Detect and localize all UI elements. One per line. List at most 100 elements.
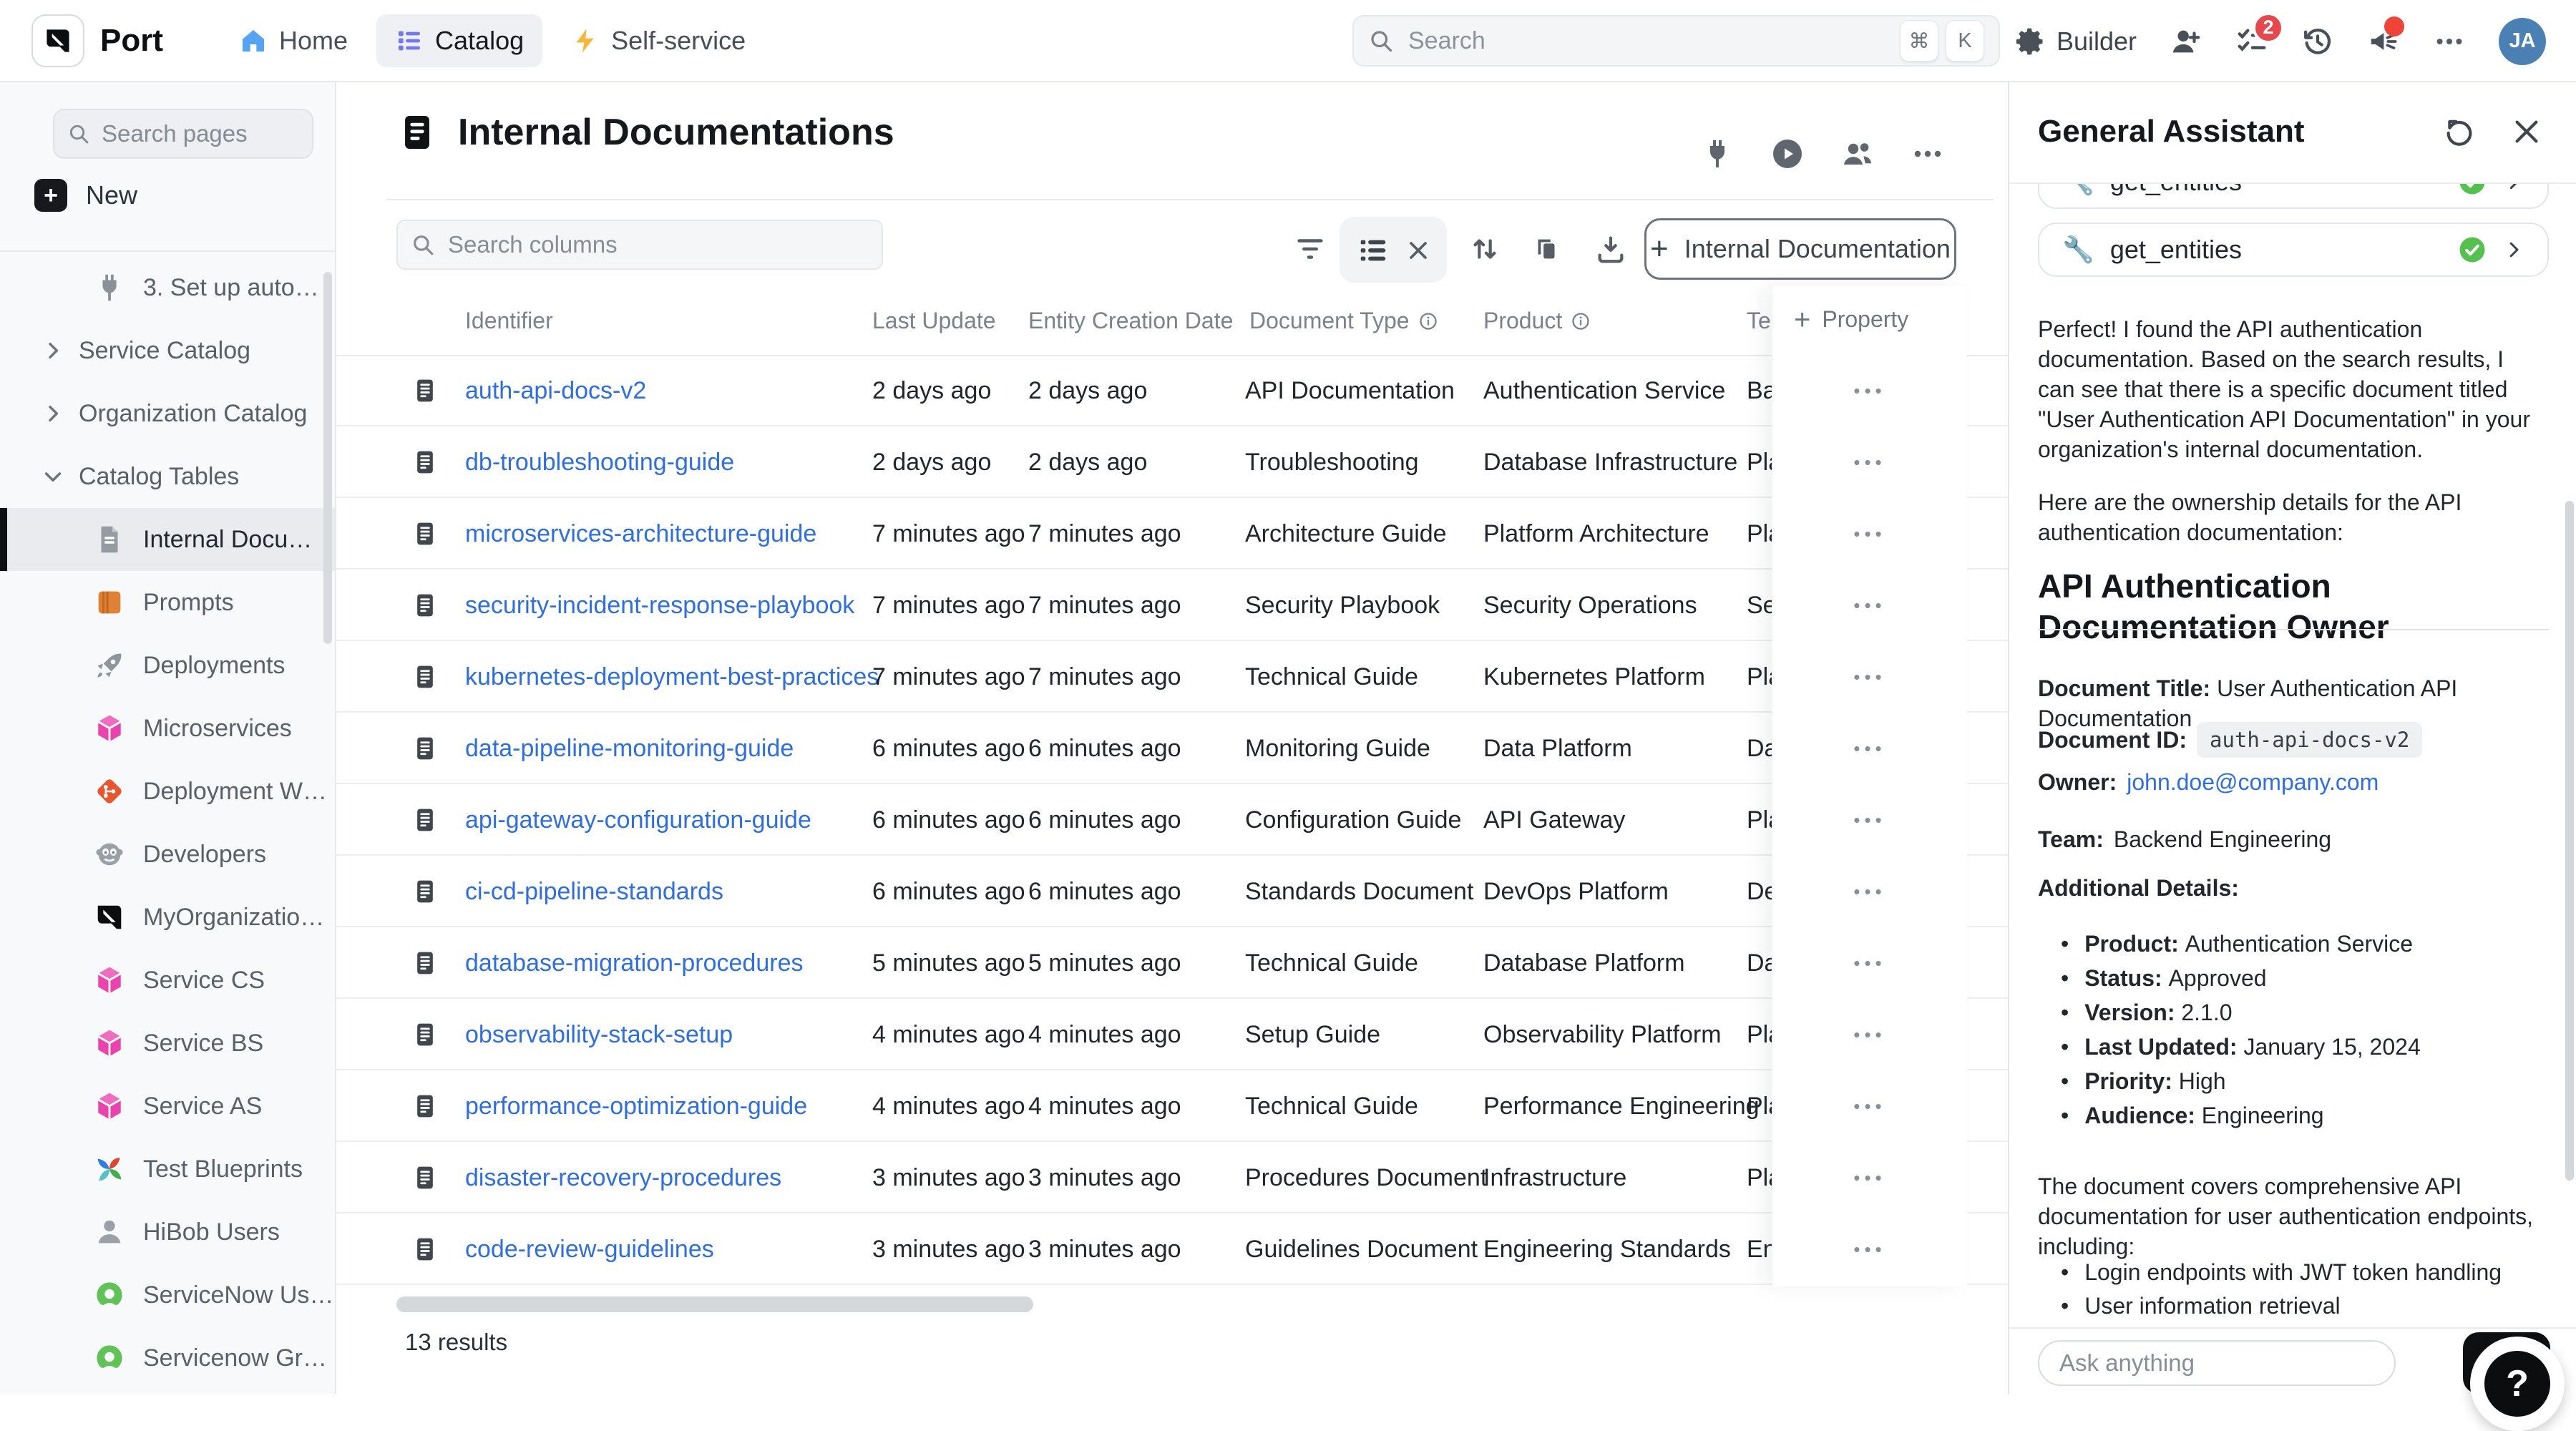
global-search[interactable]: ⌘ K	[1352, 15, 2000, 67]
row-identifier-link[interactable]: disaster-recovery-procedures	[465, 1142, 781, 1213]
row-identifier-link[interactable]: db-troubleshooting-guide	[465, 426, 734, 498]
sidebar-item-myorganizatio[interactable]: MyOrganizatio…	[0, 886, 335, 949]
download-button[interactable]	[1594, 233, 1627, 265]
owner-field: Owner: john.doe@company.com	[2038, 769, 2379, 796]
assistant-scrollbar[interactable]	[2565, 501, 2574, 1181]
sidebar-item-organization-catalog[interactable]: Organization Catalog	[0, 382, 335, 445]
audience-button[interactable]	[1840, 137, 1875, 171]
document-icon	[411, 1142, 439, 1213]
message-heading: API Authentication Documentation Owner	[2038, 566, 2532, 648]
row-actions-button[interactable]: •••	[1772, 999, 1967, 1070]
ask-anything-input[interactable]	[2038, 1340, 2396, 1386]
sidebar-item-label: Microservices	[143, 715, 292, 743]
sidebar-item-service-catalog[interactable]: Service Catalog	[0, 319, 335, 382]
sidebar-item-developers[interactable]: Developers	[0, 823, 335, 886]
nav-home[interactable]: Home	[220, 14, 366, 67]
tasks-button[interactable]: 2	[2235, 25, 2268, 58]
row-actions-button[interactable]: •••	[1772, 1142, 1967, 1213]
sort-button[interactable]	[1468, 233, 1501, 265]
close-panel-button[interactable]	[2510, 115, 2543, 148]
sidebar-item-deployments[interactable]: Deployments	[0, 634, 335, 697]
row-actions-button[interactable]: •••	[1772, 784, 1967, 856]
announcements-button[interactable]	[2367, 25, 2400, 58]
nav-self-service[interactable]: Self-service	[552, 14, 764, 67]
row-identifier-link[interactable]: database-migration-procedures	[465, 927, 803, 999]
tool-call-card[interactable]: 🔧 get_entities	[2038, 184, 2549, 209]
row-actions-button[interactable]: •••	[1772, 1213, 1967, 1285]
sidebar-item-test-blueprints[interactable]: Test Blueprints	[0, 1138, 335, 1201]
sidebar-item-microservices[interactable]: Microservices	[0, 697, 335, 760]
row-identifier-link[interactable]: api-gateway-configuration-guide	[465, 784, 811, 856]
row-actions-button[interactable]: •••	[1772, 498, 1967, 570]
table-search-input[interactable]	[447, 230, 869, 259]
ellipsis-icon	[1911, 137, 1945, 171]
row-actions-button[interactable]: •••	[1772, 570, 1967, 641]
sidebar-item-servicenow-gr[interactable]: Servicenow Gr…	[0, 1327, 335, 1390]
column-header-entity-creation-date[interactable]: Entity Creation Date	[1028, 308, 1233, 334]
horizontal-scrollbar[interactable]	[396, 1296, 1033, 1312]
reset-conversation-button[interactable]	[2443, 115, 2476, 148]
row-identifier-link[interactable]: performance-optimization-guide	[465, 1070, 807, 1142]
sidebar-item-catalog-tables[interactable]: Catalog Tables	[0, 445, 335, 508]
sidebar-scrollbar[interactable]	[323, 272, 332, 644]
builder-button[interactable]: Builder	[2015, 26, 2137, 57]
copy-button[interactable]	[1530, 233, 1563, 265]
sidebar-item-servicenow-us[interactable]: ServiceNow Us…	[0, 1264, 335, 1327]
check-circle-icon	[2457, 235, 2487, 265]
play-button[interactable]	[1770, 137, 1805, 171]
sidebar-item-prompts[interactable]: Prompts	[0, 571, 335, 634]
add-property-button[interactable]: + Property	[1794, 306, 1908, 333]
row-identifier-link[interactable]: kubernetes-deployment-best-practices	[465, 641, 879, 713]
row-actions-button[interactable]: •••	[1772, 426, 1967, 498]
row-identifier-link[interactable]: microservices-architecture-guide	[465, 498, 816, 570]
owner-email-link[interactable]: john.doe@company.com	[2127, 769, 2379, 796]
row-actions-button[interactable]: •••	[1772, 355, 1967, 426]
page-title: Internal Documentations	[458, 111, 894, 154]
add-entity-button[interactable]: + Internal Documentation	[1644, 218, 1956, 280]
tool-call-card[interactable]: 🔧 get_entities	[2038, 223, 2549, 277]
nav-catalog[interactable]: Catalog	[376, 14, 542, 67]
table-search[interactable]	[396, 220, 883, 270]
row-actions-button[interactable]: •••	[1772, 641, 1967, 713]
row-identifier-link[interactable]: observability-stack-setup	[465, 999, 733, 1070]
chevron-right-icon[interactable]	[2503, 184, 2524, 192]
column-header-product[interactable]: Product	[1483, 308, 1591, 334]
column-header-identifier[interactable]: Identifier	[465, 308, 553, 334]
user-avatar[interactable]: JA	[2499, 18, 2546, 65]
kbd-k: K	[1946, 20, 1984, 62]
history-button[interactable]	[2301, 25, 2334, 58]
chevron-right-icon[interactable]	[2503, 239, 2524, 260]
new-page-button[interactable]: + New	[34, 179, 137, 212]
row-identifier-link[interactable]: security-incident-response-playbook	[465, 570, 854, 641]
sidebar-item-internal-docu[interactable]: Internal Docu…	[0, 508, 335, 571]
global-search-input[interactable]	[1407, 26, 1893, 56]
sidebar-item-service-as[interactable]: Service AS	[0, 1075, 335, 1138]
row-identifier-link[interactable]: ci-cd-pipeline-standards	[465, 856, 723, 927]
row-actions-button[interactable]: •••	[1772, 1070, 1967, 1142]
filter-button[interactable]	[1294, 233, 1327, 265]
sidebar-item-service-cs[interactable]: Service CS	[0, 949, 335, 1012]
row-identifier-link[interactable]: data-pipeline-monitoring-guide	[465, 713, 794, 784]
page-more-button[interactable]	[1911, 137, 1945, 171]
column-header-last-update[interactable]: Last Update	[872, 308, 996, 334]
sidebar-item-service-bs[interactable]: Service BS	[0, 1012, 335, 1075]
list-view-button[interactable]	[1357, 234, 1390, 267]
sidebar-item-3-set-up-auto[interactable]: 3. Set up auto…	[0, 256, 335, 319]
column-header-document-type[interactable]: Document Type	[1249, 308, 1438, 334]
help-button[interactable]: ?	[2470, 1337, 2565, 1431]
row-identifier-link[interactable]: auth-api-docs-v2	[465, 355, 646, 426]
row-actions-button[interactable]: •••	[1772, 713, 1967, 784]
row-actions-button[interactable]: •••	[1772, 927, 1967, 999]
sidebar-item-label: MyOrganizatio…	[143, 904, 324, 932]
more-options-button[interactable]	[2433, 25, 2466, 58]
port-logo[interactable]	[31, 14, 84, 67]
row-identifier-link[interactable]: code-review-guidelines	[465, 1213, 714, 1285]
integrations-button[interactable]	[1700, 137, 1735, 171]
sidebar-item-deployment-w[interactable]: Deployment W…	[0, 760, 335, 823]
clear-view-button[interactable]	[1404, 236, 1433, 265]
row-actions-button[interactable]: •••	[1772, 856, 1967, 927]
sidebar-item-hibob-users[interactable]: HiBob Users	[0, 1201, 335, 1264]
invite-members-button[interactable]	[2170, 25, 2202, 58]
sidebar-search[interactable]	[53, 109, 313, 159]
sidebar-search-input[interactable]	[100, 119, 299, 148]
